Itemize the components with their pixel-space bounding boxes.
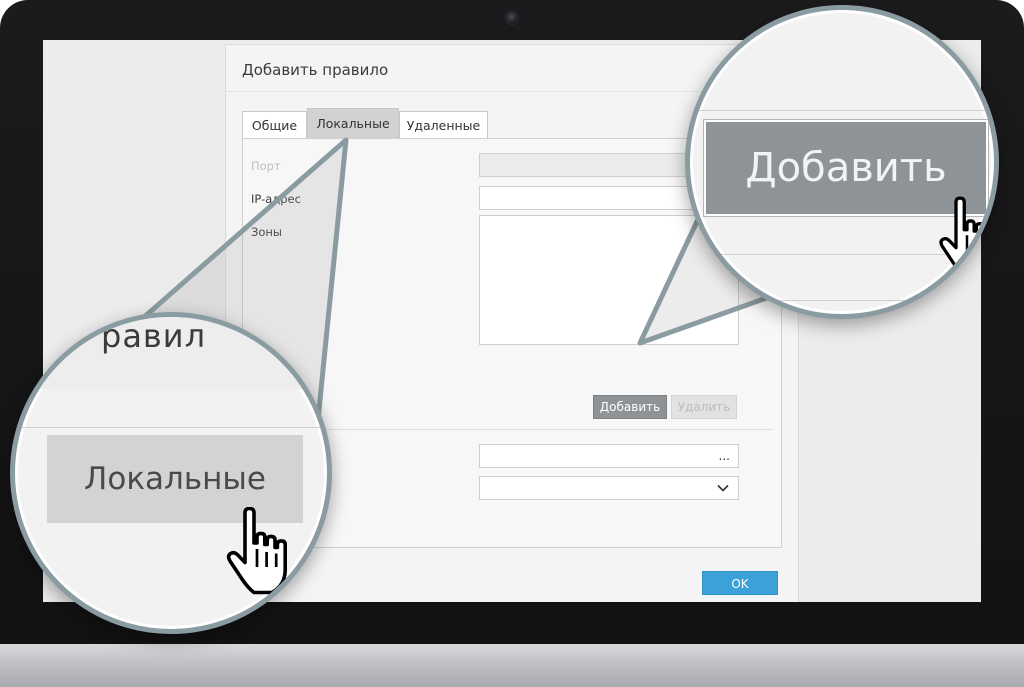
zones-list[interactable] (479, 215, 739, 345)
ok-button[interactable]: OK (702, 571, 778, 595)
chevron-down-icon (717, 484, 729, 492)
magnifier-local-tab: равил Локальные (10, 312, 332, 634)
zones-label: Зоны (251, 225, 283, 239)
browse-ellipsis-button[interactable]: ... (719, 445, 730, 467)
dialog-title: Добавить правило (242, 61, 389, 79)
magnifier-add-button: Добавить (685, 5, 999, 319)
port-label: Порт (251, 159, 281, 173)
tab-general[interactable]: Общие (242, 111, 307, 138)
monitor-chin (0, 644, 1024, 687)
add-button[interactable]: Добавить (593, 395, 667, 419)
hand-pointer-icon (226, 507, 287, 595)
zoom-dialog-title-fragment: равил (101, 317, 207, 355)
remove-button[interactable]: Удалить (671, 395, 737, 419)
tab-local[interactable]: Локальные (307, 108, 399, 138)
ip-address-label: IP-адрес (251, 192, 301, 206)
hand-pointer-icon (939, 196, 994, 277)
dropdown-select[interactable] (479, 476, 739, 500)
camera-icon (505, 11, 519, 25)
path-input[interactable]: ... (479, 444, 739, 468)
zoom-tab-line (15, 427, 327, 428)
tab-remote[interactable]: Удаленные (399, 111, 488, 138)
zoom-line-bottom (690, 300, 994, 301)
zoom-line-top (690, 110, 994, 111)
